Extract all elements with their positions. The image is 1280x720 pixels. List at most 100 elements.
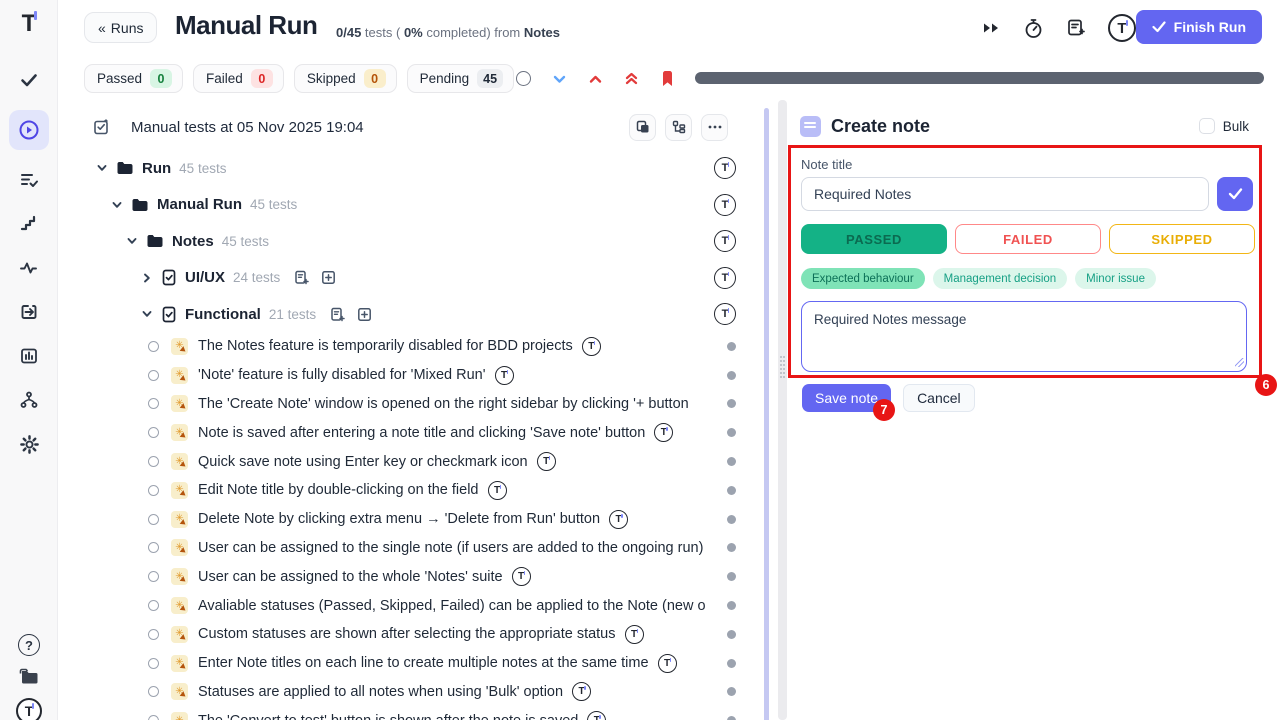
test-row[interactable]: ✳ User can be assigned to the whole 'Not…: [58, 562, 760, 591]
sidebar-item-analytics[interactable]: [9, 342, 49, 370]
chevron-icon[interactable]: [95, 161, 111, 175]
assignee-badge[interactable]: T: [537, 452, 556, 471]
assignee-badge[interactable]: T: [714, 230, 736, 252]
test-status-circle[interactable]: [148, 456, 159, 467]
chevron-icon[interactable]: [140, 271, 156, 285]
note-tag[interactable]: Expected behaviour: [801, 268, 925, 289]
test-row[interactable]: ✳ Note is saved after entering a note ti…: [58, 418, 760, 447]
test-row[interactable]: ✳ Delete Note by clicking extra menu → '…: [58, 505, 760, 534]
cancel-button[interactable]: Cancel: [903, 384, 975, 412]
sidebar-item-branches[interactable]: [9, 386, 49, 414]
chevron-down-icon[interactable]: [552, 73, 567, 85]
assignee-badge[interactable]: T: [658, 654, 677, 673]
chevron-icon[interactable]: [110, 198, 126, 212]
test-status-circle[interactable]: [148, 542, 159, 553]
test-status-circle[interactable]: [148, 715, 159, 720]
timer-icon[interactable]: [1023, 18, 1044, 39]
test-status-circle[interactable]: [148, 514, 159, 525]
assignee-badge[interactable]: T: [714, 194, 736, 216]
test-status-circle[interactable]: [148, 686, 159, 697]
note-tag[interactable]: Management decision: [933, 268, 1068, 289]
double-chevron-up-icon[interactable]: [624, 71, 639, 86]
note-title-input[interactable]: [801, 177, 1209, 211]
note-message-textarea[interactable]: [801, 301, 1247, 372]
sidebar-item-imports[interactable]: [9, 298, 49, 326]
quick-save-button[interactable]: [1217, 177, 1253, 211]
panel-resize-handle[interactable]: [778, 100, 787, 720]
assignee-badge[interactable]: T: [587, 711, 606, 720]
note-tag[interactable]: Minor issue: [1075, 268, 1156, 289]
assignee-badge[interactable]: T: [582, 337, 601, 356]
tree-view-button[interactable]: [665, 114, 692, 141]
chevron-icon[interactable]: [125, 234, 141, 248]
test-status-circle[interactable]: [148, 341, 159, 352]
textarea-resize-grip[interactable]: [1235, 358, 1244, 367]
assignee-badge[interactable]: T: [625, 625, 644, 644]
tree-row[interactable]: Manual Run 45 tests T: [58, 187, 760, 224]
test-row[interactable]: ✳ The 'Convert to test' button is shown …: [58, 706, 760, 720]
test-row[interactable]: ✳ Enter Note titles on each line to crea…: [58, 649, 760, 678]
assignee-badge[interactable]: T: [714, 157, 736, 179]
status-button-skipped[interactable]: SKIPPED: [1109, 224, 1255, 254]
assignee-badge[interactable]: T: [488, 481, 507, 500]
filter-chip-failed[interactable]: Failed 0: [193, 64, 284, 93]
more-options-button[interactable]: [701, 114, 728, 141]
assignee-badge[interactable]: T: [609, 510, 628, 529]
test-status-circle[interactable]: [148, 658, 159, 669]
test-status-circle[interactable]: [148, 370, 159, 381]
status-button-failed[interactable]: FAILED: [955, 224, 1101, 254]
bulk-checkbox[interactable]: [1199, 118, 1215, 134]
sidebar-item-runs[interactable]: [9, 110, 49, 150]
back-to-runs-button[interactable]: « Runs: [84, 12, 157, 43]
test-row[interactable]: ✳ Quick save note using Enter key or che…: [58, 447, 760, 476]
sidebar-item-milestones[interactable]: [9, 210, 49, 238]
test-row[interactable]: ✳ Edit Note title by double-clicking on …: [58, 476, 760, 505]
assignee-badge[interactable]: T: [714, 303, 736, 325]
status-button-passed[interactable]: PASSED: [801, 224, 947, 254]
help-icon[interactable]: ?: [18, 634, 40, 656]
projects-folder-icon[interactable]: [18, 667, 40, 687]
copy-run-button[interactable]: [629, 114, 656, 141]
sidebar-item-tests[interactable]: [9, 66, 49, 94]
test-row[interactable]: ✳ Avaliable statuses (Passed, Skipped, F…: [58, 591, 760, 620]
assignee-badge[interactable]: T: [654, 423, 673, 442]
add-test-icon[interactable]: [357, 307, 372, 322]
tree-row[interactable]: Notes 45 tests T: [58, 223, 760, 260]
tree-row[interactable]: Run 45 tests T: [58, 150, 760, 187]
bulk-toggle[interactable]: Bulk: [1199, 118, 1249, 134]
test-row[interactable]: ✳ Statuses are applied to all notes when…: [58, 678, 760, 707]
status-circle-filter-icon[interactable]: [516, 71, 531, 86]
test-status-circle[interactable]: [148, 398, 159, 409]
test-status-circle[interactable]: [148, 427, 159, 438]
test-row[interactable]: ✳ Custom statuses are shown after select…: [58, 620, 760, 649]
test-row[interactable]: ✳ The 'Create Note' window is opened on …: [58, 390, 760, 419]
sidebar-item-plans[interactable]: [9, 166, 49, 194]
test-row[interactable]: ✳ 'Note' feature is fully disabled for '…: [58, 361, 760, 390]
test-status-circle[interactable]: [148, 485, 159, 496]
chevron-icon[interactable]: [140, 307, 156, 321]
sidebar-item-settings[interactable]: [9, 430, 49, 458]
add-note-icon[interactable]: [1066, 18, 1086, 38]
tree-row[interactable]: UI/UX 24 tests T: [58, 260, 760, 297]
tree-row[interactable]: Functional 21 tests T: [58, 296, 760, 333]
assignee-badge[interactable]: T: [495, 366, 514, 385]
filter-chip-pending[interactable]: Pending 45: [407, 64, 514, 93]
test-row[interactable]: ✳ The Notes feature is temporarily disab…: [58, 332, 760, 361]
tree-scrollbar[interactable]: [764, 108, 769, 720]
fast-forward-icon[interactable]: [982, 21, 1001, 35]
assignee-avatar[interactable]: T: [1108, 14, 1136, 42]
app-logo[interactable]: T: [0, 10, 58, 38]
assignee-badge[interactable]: T: [572, 682, 591, 701]
workspace-logo[interactable]: T: [16, 698, 42, 720]
filter-chip-passed[interactable]: Passed 0: [84, 64, 183, 93]
test-status-circle[interactable]: [148, 600, 159, 611]
add-test-icon[interactable]: [321, 270, 336, 285]
test-status-circle[interactable]: [148, 571, 159, 582]
add-note-to-suite-icon[interactable]: [294, 270, 309, 285]
chevron-up-icon[interactable]: [588, 73, 603, 85]
add-note-to-suite-icon[interactable]: [330, 307, 345, 322]
test-row[interactable]: ✳ User can be assigned to the single not…: [58, 534, 760, 563]
filter-chip-skipped[interactable]: Skipped 0: [294, 64, 397, 93]
assignee-badge[interactable]: T: [714, 267, 736, 289]
bookmark-icon[interactable]: [660, 70, 675, 87]
